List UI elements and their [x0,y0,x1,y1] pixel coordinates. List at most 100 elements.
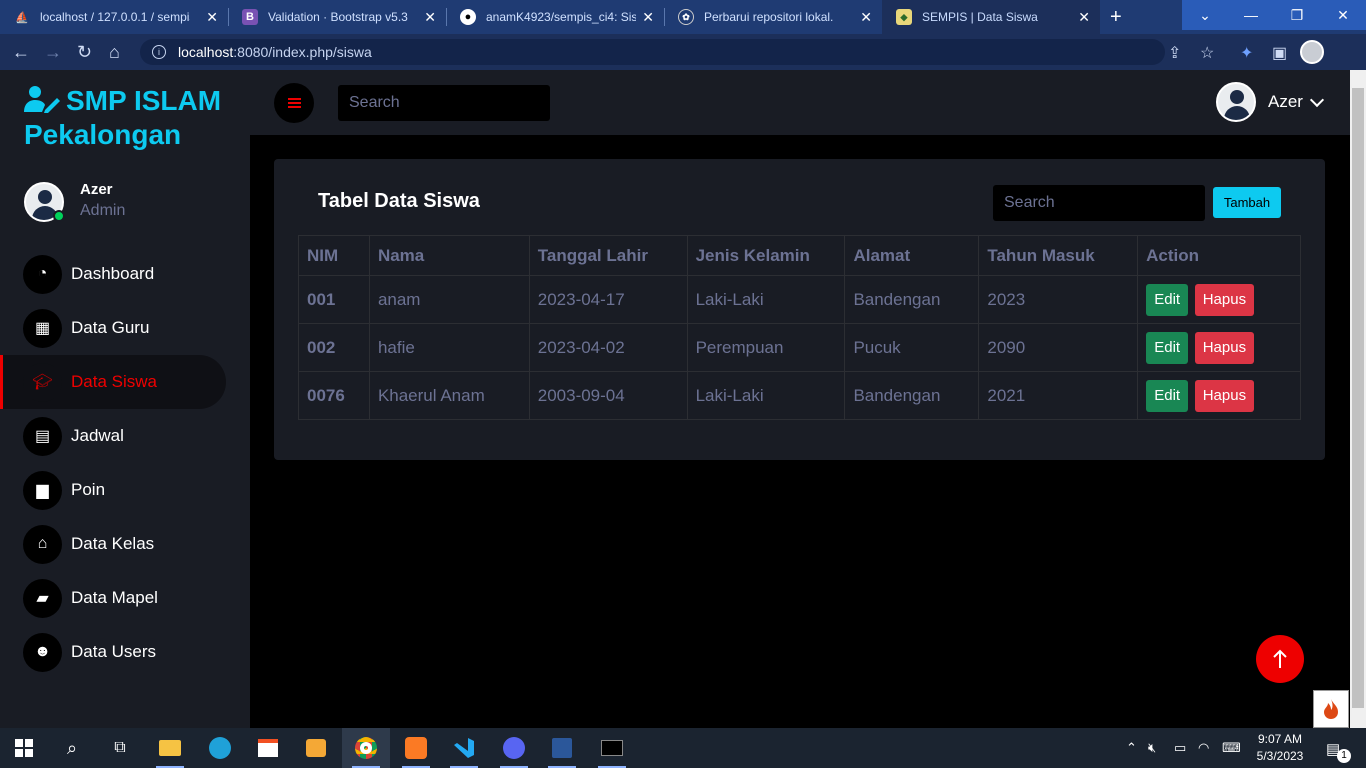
sidebar-item-label: Jadwal [71,426,124,445]
window-close-icon[interactable]: ✕ [1320,0,1366,30]
column-header: NIM [298,235,370,276]
openai-icon: ✿ [678,9,694,25]
scroll-to-top-button[interactable] [1256,635,1304,683]
minimize-icon[interactable]: — [1228,0,1274,30]
cell-action: Edit Hapus [1137,371,1301,420]
sidebar-item-data-users[interactable]: ☻ Data Users [0,625,226,679]
share-icon[interactable]: ⇪ [1168,43,1181,63]
cell-nama: Khaerul Anam [368,371,530,420]
system-clock[interactable]: 9:07 AM 5/3/2023 [1252,731,1308,765]
profile-name[interactable]: Azer [1268,92,1303,112]
user-role: Admin [80,202,126,219]
volume-muted-icon[interactable]: 🔇︎ [1148,740,1156,756]
delete-button[interactable]: Hapus [1194,283,1254,316]
bookmark-star-icon[interactable]: ☆ [1200,43,1214,63]
scrollbar-thumb[interactable] [1352,88,1364,708]
close-icon[interactable]: ✕ [642,9,654,26]
browser-profile-icon[interactable] [1300,40,1324,64]
card-title: Tabel Data Siswa [318,190,480,212]
online-status-dot [53,210,65,222]
data-siswa-table: NIM Nama Tanggal Lahir Jenis Kelamin Ala… [298,235,1301,420]
search-icon[interactable]: ⌕ [48,728,96,768]
wifi-icon[interactable]: ◠ [1198,740,1209,756]
close-icon[interactable]: ✕ [206,9,218,26]
address-bar[interactable]: i localhost:8080/index.php/siswa [140,39,1165,65]
discord-icon[interactable] [490,728,538,768]
task-view-icon[interactable]: ⧉ [96,728,144,768]
calendar-icon: ▤ [23,416,62,456]
chevron-up-icon[interactable]: ⌃ [1126,740,1137,756]
file-explorer-icon[interactable] [146,728,194,768]
extensions-icon[interactable]: ✦ [1240,43,1253,63]
xampp-icon[interactable] [392,728,440,768]
word-icon[interactable] [538,728,586,768]
sidebar-item-dashboard[interactable]: ◔ Dashboard [0,247,226,301]
terminal-icon[interactable] [588,728,636,768]
table-row: 002 hafie 2023-04-02 Perempuan Pucuk 209… [298,323,1301,372]
side-panel-icon[interactable]: ▣ [1272,43,1287,63]
table-search-input[interactable] [993,185,1205,221]
browser-tab-bootstrap[interactable]: B Validation · Bootstrap v5.3 ✕ [228,0,446,34]
close-icon[interactable]: ✕ [860,9,872,26]
browser-tab-sempis[interactable]: ◆ SEMPIS | Data Siswa ✕ [882,0,1100,34]
brand-logo[interactable]: SMP ISLAM Pekalongan [24,84,234,152]
cell-tanggal-lahir: 2023-04-17 [528,275,688,324]
microsoft-store-icon[interactable] [244,728,292,768]
sidebar-item-poin[interactable]: ▆ Poin [0,463,226,517]
codeigniter-debug-toolbar-button[interactable] [1313,690,1349,728]
tab-search-icon[interactable]: ⌄ [1182,0,1228,30]
start-button[interactable] [0,728,48,768]
new-tab-icon[interactable]: + [1110,6,1122,29]
tab-title: Perbarui repositori lokal. [704,10,834,24]
close-icon[interactable]: ✕ [424,9,436,26]
chrome-icon[interactable] [342,728,390,768]
sidebar-item-jadwal[interactable]: ▤ Jadwal [0,409,226,463]
add-student-button[interactable]: Tambah [1213,187,1281,218]
browser-tab-github[interactable]: ● anamK4923/sempis_ci4: Sistem ✕ [446,0,664,34]
menu-toggle-button[interactable] [274,83,314,123]
close-icon[interactable]: ✕ [1078,9,1090,26]
graduation-cap-icon: 🎓︎ [23,362,62,402]
url-host: localhost [178,44,234,60]
browser-tab-phpmyadmin[interactable]: ⛵ localhost / 127.0.0.1 / sempis ✕ [0,0,228,34]
delete-button[interactable]: Hapus [1194,379,1254,412]
cell-alamat: Bandengan [844,275,980,324]
sidebar-item-data-guru[interactable]: ▦ Data Guru [0,301,226,355]
home-icon[interactable]: ⌂ [109,42,120,63]
column-header: Tahun Masuk [978,235,1139,276]
building-columns-icon: ⌂ [23,524,62,564]
edit-button[interactable]: Edit [1146,379,1189,412]
sidebar-item-label: Dashboard [71,264,155,283]
sidebar-item-data-siswa[interactable]: 🎓︎ Data Siswa [0,355,226,409]
back-icon[interactable]: ← [12,42,30,63]
edge-icon[interactable] [196,728,244,768]
keyboard-icon[interactable]: ⌨ [1222,740,1241,756]
edit-button[interactable]: Edit [1146,283,1189,316]
user-edit-icon [24,86,60,113]
cell-tahun-masuk: 2090 [978,323,1139,372]
column-header: Action [1137,235,1301,276]
delete-button[interactable]: Hapus [1194,331,1254,364]
vscode-icon[interactable] [440,728,488,768]
media-player-icon[interactable] [292,728,340,768]
sidebar-item-label: Data Siswa [71,372,157,391]
page-scrollbar[interactable] [1350,70,1366,728]
browser-tab-chatgpt[interactable]: ✿ Perbarui repositori lokal. ✕ [664,0,882,34]
grid-icon: ▦ [23,308,62,348]
battery-icon[interactable]: ▭ [1174,740,1186,756]
cell-nama: anam [368,275,530,324]
restore-icon[interactable]: ❐ [1274,0,1320,30]
sidebar-item-data-kelas[interactable]: ⌂ Data Kelas [0,517,226,571]
search-input[interactable] [338,85,550,121]
info-icon[interactable]: i [152,45,166,59]
profile-avatar[interactable] [1216,82,1256,122]
sidebar-item-data-mapel[interactable]: ▰ Data Mapel [0,571,226,625]
cell-action: Edit Hapus [1137,323,1301,372]
cell-jenis-kelamin: Laki-Laki [686,371,846,420]
cell-action: Edit Hapus [1137,275,1301,324]
sidebar-item-label: Data Guru [71,318,150,337]
edit-button[interactable]: Edit [1146,331,1189,364]
forward-icon[interactable]: → [44,42,62,63]
cell-tanggal-lahir: 2023-04-02 [528,323,688,372]
reload-icon[interactable]: ↻ [77,42,92,63]
